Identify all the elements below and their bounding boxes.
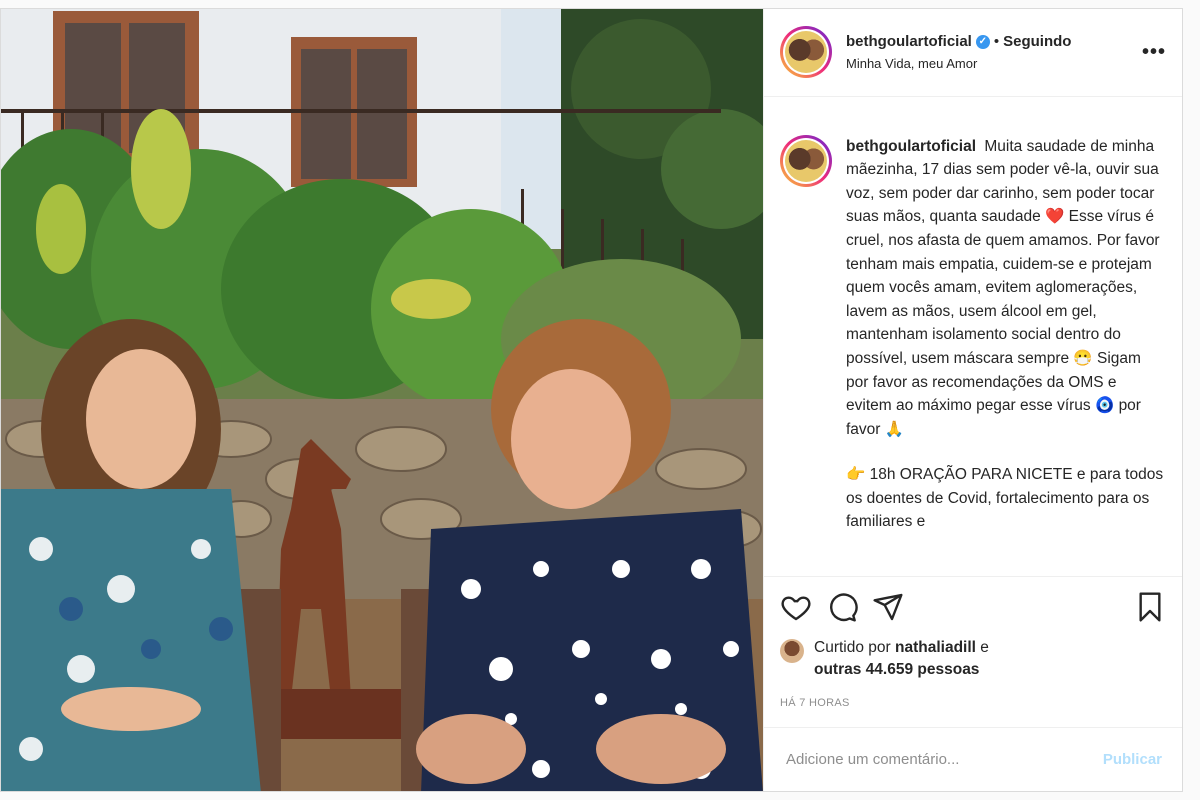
caption-username[interactable]: bethgoulartoficial	[846, 138, 976, 155]
liker-avatar[interactable]	[780, 639, 804, 664]
header-username[interactable]: bethgoulartoficial	[846, 33, 972, 50]
verified-icon: ✓	[975, 34, 990, 49]
comment-icon[interactable]	[826, 591, 858, 628]
comment-form: Publicar	[764, 727, 1182, 791]
more-icon[interactable]: •••	[1142, 41, 1166, 64]
post-header: bethgoulartoficial ✓ • Seguindo Minha Vi…	[764, 9, 1182, 97]
location-link[interactable]: Minha Vida, meu Amor	[846, 56, 1142, 71]
following-button[interactable]: Seguindo	[1003, 33, 1071, 50]
bookmark-icon[interactable]	[1134, 591, 1166, 628]
caption-paragraph-2: 👉 18h ORAÇÃO PARA NICETE e para todos os…	[846, 466, 1164, 531]
likes-prefix: Curtido por	[814, 639, 891, 657]
liker-username[interactable]: nathaliadill	[895, 639, 976, 656]
comment-input[interactable]	[784, 750, 1103, 770]
share-icon[interactable]	[872, 591, 904, 628]
instagram-post: bethgoulartoficial ✓ • Seguindo Minha Vi…	[0, 8, 1183, 792]
caption-avatar[interactable]	[780, 134, 832, 187]
heart-icon[interactable]	[780, 591, 812, 628]
profile-avatar[interactable]	[780, 26, 832, 79]
post-photo[interactable]	[1, 9, 763, 791]
caption-section: bethgoulartoficial Muita saudade de minh…	[764, 97, 1182, 577]
publish-button[interactable]: Publicar	[1103, 751, 1162, 768]
post-timestamp[interactable]: HÁ 7 HORAS	[780, 697, 1166, 727]
caption-paragraph-1: Muita saudade de minha mãezinha, 17 dias…	[846, 137, 1160, 438]
likes-count[interactable]: outras 44.659 pessoas	[814, 661, 979, 678]
post-side-panel: bethgoulartoficial ✓ • Seguindo Minha Vi…	[763, 9, 1182, 791]
caption-text: bethgoulartoficial Muita saudade de minh…	[846, 135, 1166, 535]
likes-summary: Curtido por nathaliadill e outras 44.659…	[780, 637, 1166, 681]
separator-dot: •	[993, 33, 1000, 51]
actions-section: Curtido por nathaliadill e outras 44.659…	[764, 576, 1182, 727]
likes-conj: e	[980, 639, 989, 657]
